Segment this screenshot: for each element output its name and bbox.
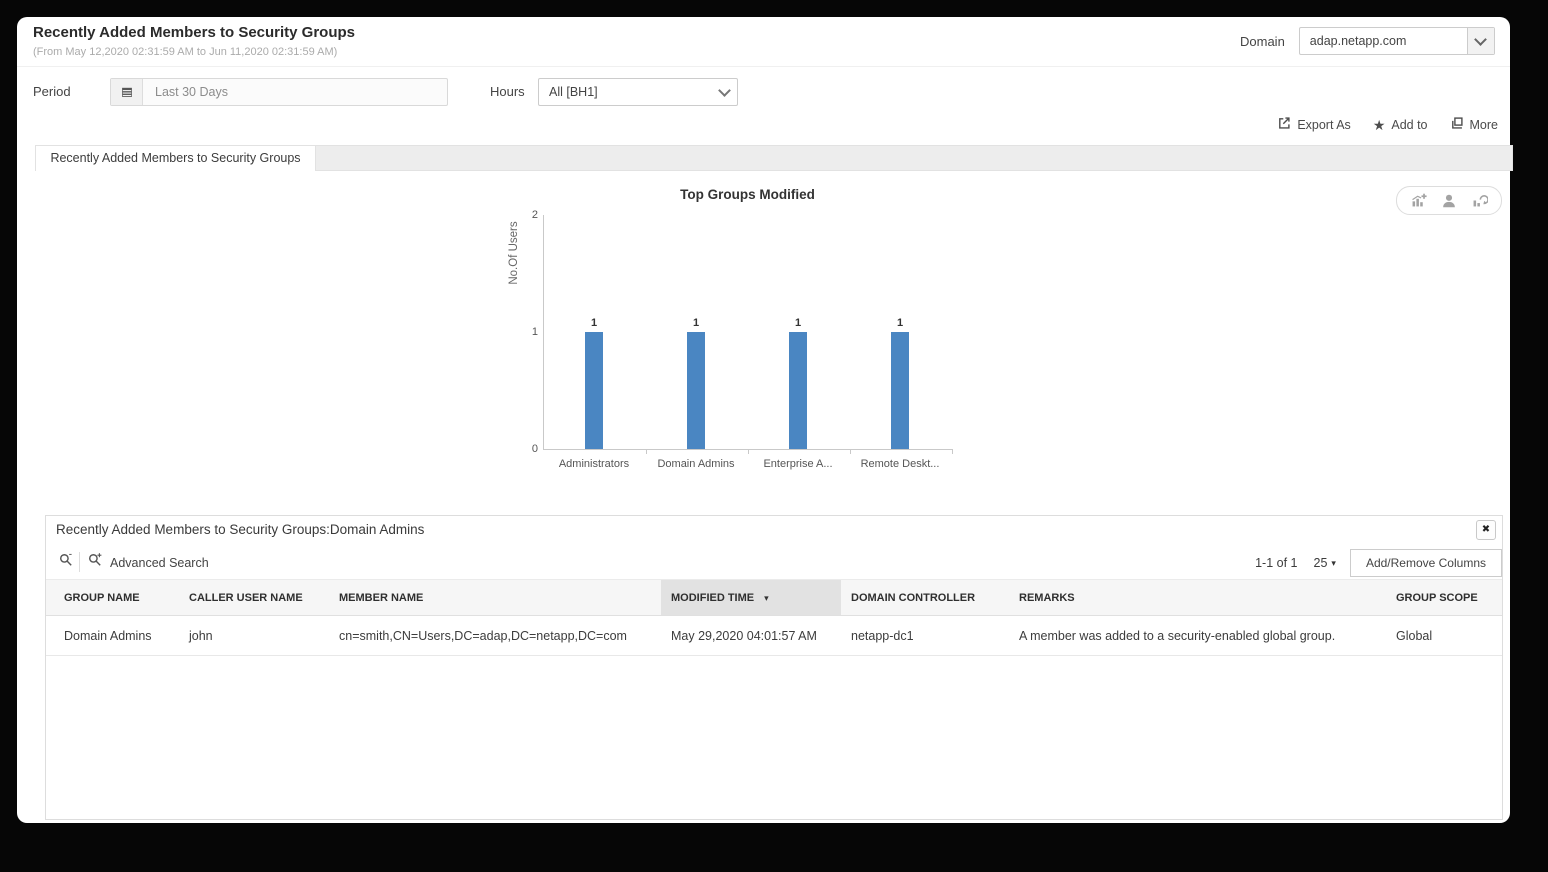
tab-bar: Recently Added Members to Security Group… bbox=[35, 145, 1513, 171]
export-icon bbox=[1277, 116, 1291, 133]
advanced-search-icon bbox=[87, 552, 103, 573]
advanced-search-label: Advanced Search bbox=[110, 556, 209, 570]
bar-value-label: 1 bbox=[591, 317, 597, 329]
advanced-search-button[interactable]: Advanced Search bbox=[87, 552, 209, 573]
report-actions: Export As ★ Add to More bbox=[1277, 116, 1498, 133]
column-header-domain-controller[interactable]: DOMAIN CONTROLLER bbox=[841, 580, 1009, 616]
calendar-icon[interactable] bbox=[111, 79, 143, 105]
y-axis-label: No.Of Users bbox=[508, 193, 520, 313]
chart-title: Top Groups Modified bbox=[543, 187, 952, 202]
bar-administrators[interactable] bbox=[585, 332, 603, 449]
domain-select-value: adap.netapp.com bbox=[1300, 34, 1467, 48]
chevron-down-icon bbox=[711, 79, 737, 105]
x-category-label: Domain Admins bbox=[641, 458, 751, 470]
page-size-value: 25 bbox=[1314, 556, 1328, 570]
page-title: Recently Added Members to Security Group… bbox=[33, 24, 355, 41]
bar-domain-admins[interactable] bbox=[687, 332, 705, 449]
reload-chart-icon[interactable] bbox=[1471, 192, 1488, 209]
table-toolbar: Advanced Search 1-1 of 1 25 ▾ Add/Remove… bbox=[46, 549, 1502, 577]
more-button[interactable]: More bbox=[1450, 116, 1498, 133]
bar-remote-desktop[interactable] bbox=[891, 332, 909, 449]
period-label: Period bbox=[33, 84, 71, 99]
domain-label: Domain bbox=[1240, 34, 1285, 49]
search-button[interactable] bbox=[58, 552, 74, 573]
add-chart-icon[interactable] bbox=[1410, 192, 1427, 209]
bar-value-label: 1 bbox=[897, 317, 903, 329]
x-axis-tick bbox=[850, 449, 851, 454]
x-category-label: Remote Deskt... bbox=[845, 458, 955, 470]
period-input[interactable]: Last 30 Days bbox=[110, 78, 448, 106]
tab-recently-added-members[interactable]: Recently Added Members to Security Group… bbox=[35, 145, 316, 171]
detail-panel: Recently Added Members to Security Group… bbox=[45, 515, 1503, 820]
bar-enterprise-admins[interactable] bbox=[789, 332, 807, 449]
star-icon: ★ bbox=[1373, 119, 1386, 131]
toolbar-divider bbox=[79, 552, 80, 572]
bar-group: 1 bbox=[875, 317, 925, 449]
caret-down-icon: ▾ bbox=[1331, 558, 1336, 569]
chevron-down-icon[interactable] bbox=[1467, 28, 1494, 54]
export-as-label: Export As bbox=[1297, 118, 1351, 132]
more-label: More bbox=[1470, 118, 1498, 132]
close-button[interactable]: ✖ bbox=[1476, 520, 1496, 540]
column-header-modified-time[interactable]: MODIFIED TIME ▾ bbox=[661, 580, 841, 616]
y-tick: 1 bbox=[522, 326, 538, 338]
x-axis-tick bbox=[646, 449, 647, 454]
column-header-remarks[interactable]: REMARKS bbox=[1009, 580, 1386, 616]
x-category-label: Administrators bbox=[539, 458, 649, 470]
pagination: 1-1 of 1 25 ▾ Add/Remove Columns bbox=[1255, 549, 1502, 577]
y-tick: 0 bbox=[522, 443, 538, 455]
x-axis-tick bbox=[748, 449, 749, 454]
x-category-label: Enterprise A... bbox=[743, 458, 853, 470]
column-header-member-name[interactable]: MEMBER NAME bbox=[329, 580, 661, 616]
results-table: GROUP NAME CALLER USER NAME MEMBER NAME … bbox=[46, 579, 1502, 656]
pagination-range: 1-1 of 1 bbox=[1255, 556, 1297, 570]
hours-select-value: All [BH1] bbox=[539, 85, 711, 99]
app-window: Recently Added Members to Security Group… bbox=[17, 17, 1510, 823]
table-row[interactable]: Domain Admins john cn=smith,CN=Users,DC=… bbox=[46, 616, 1502, 656]
add-to-button[interactable]: ★ Add to bbox=[1373, 118, 1428, 132]
x-axis-tick bbox=[952, 449, 953, 454]
column-header-group-scope[interactable]: GROUP SCOPE bbox=[1386, 580, 1502, 616]
cell-remarks: A member was added to a security-enabled… bbox=[1009, 616, 1386, 656]
domain-select[interactable]: adap.netapp.com bbox=[1299, 27, 1495, 55]
bar-value-label: 1 bbox=[795, 317, 801, 329]
export-as-button[interactable]: Export As bbox=[1277, 116, 1351, 133]
header-divider bbox=[17, 66, 1510, 67]
bar-group: 1 bbox=[569, 317, 619, 449]
hours-label: Hours bbox=[490, 84, 525, 99]
y-tick: 2 bbox=[522, 209, 538, 221]
bar-chart: No.Of Users 2 1 0 1 1 1 1 Administrators… bbox=[543, 215, 953, 450]
bar-group: 1 bbox=[773, 317, 823, 449]
cell-modified-time: May 29,2020 04:01:57 AM bbox=[661, 616, 841, 656]
column-header-caller-user-name[interactable]: CALLER USER NAME bbox=[179, 580, 329, 616]
column-header-group-name[interactable]: GROUP NAME bbox=[46, 580, 179, 616]
report-date-range: (From May 12,2020 02:31:59 AM to Jun 11,… bbox=[33, 46, 337, 58]
column-header-label: MODIFIED TIME bbox=[671, 592, 754, 604]
cell-member-name: cn=smith,CN=Users,DC=adap,DC=netapp,DC=c… bbox=[329, 616, 661, 656]
sort-desc-icon: ▾ bbox=[764, 593, 769, 603]
table-header-row: GROUP NAME CALLER USER NAME MEMBER NAME … bbox=[46, 580, 1502, 616]
more-icon bbox=[1450, 116, 1464, 133]
hours-select[interactable]: All [BH1] bbox=[538, 78, 738, 106]
bar-group: 1 bbox=[671, 317, 721, 449]
cell-caller-user-name: john bbox=[179, 616, 329, 656]
bar-value-label: 1 bbox=[693, 317, 699, 329]
add-remove-columns-button[interactable]: Add/Remove Columns bbox=[1350, 549, 1502, 577]
close-icon: ✖ bbox=[1482, 524, 1490, 535]
cell-group-name: Domain Admins bbox=[46, 616, 179, 656]
cell-domain-controller: netapp-dc1 bbox=[841, 616, 1009, 656]
page-size-dropdown[interactable]: 25 ▾ bbox=[1314, 556, 1336, 570]
domain-control: Domain adap.netapp.com bbox=[1240, 27, 1495, 55]
cell-group-scope: Global bbox=[1386, 616, 1502, 656]
chart-toolbar bbox=[1396, 186, 1502, 215]
user-icon[interactable] bbox=[1440, 192, 1458, 210]
detail-panel-title: Recently Added Members to Security Group… bbox=[56, 522, 424, 537]
add-to-label: Add to bbox=[1391, 118, 1427, 132]
period-value: Last 30 Days bbox=[143, 79, 447, 105]
